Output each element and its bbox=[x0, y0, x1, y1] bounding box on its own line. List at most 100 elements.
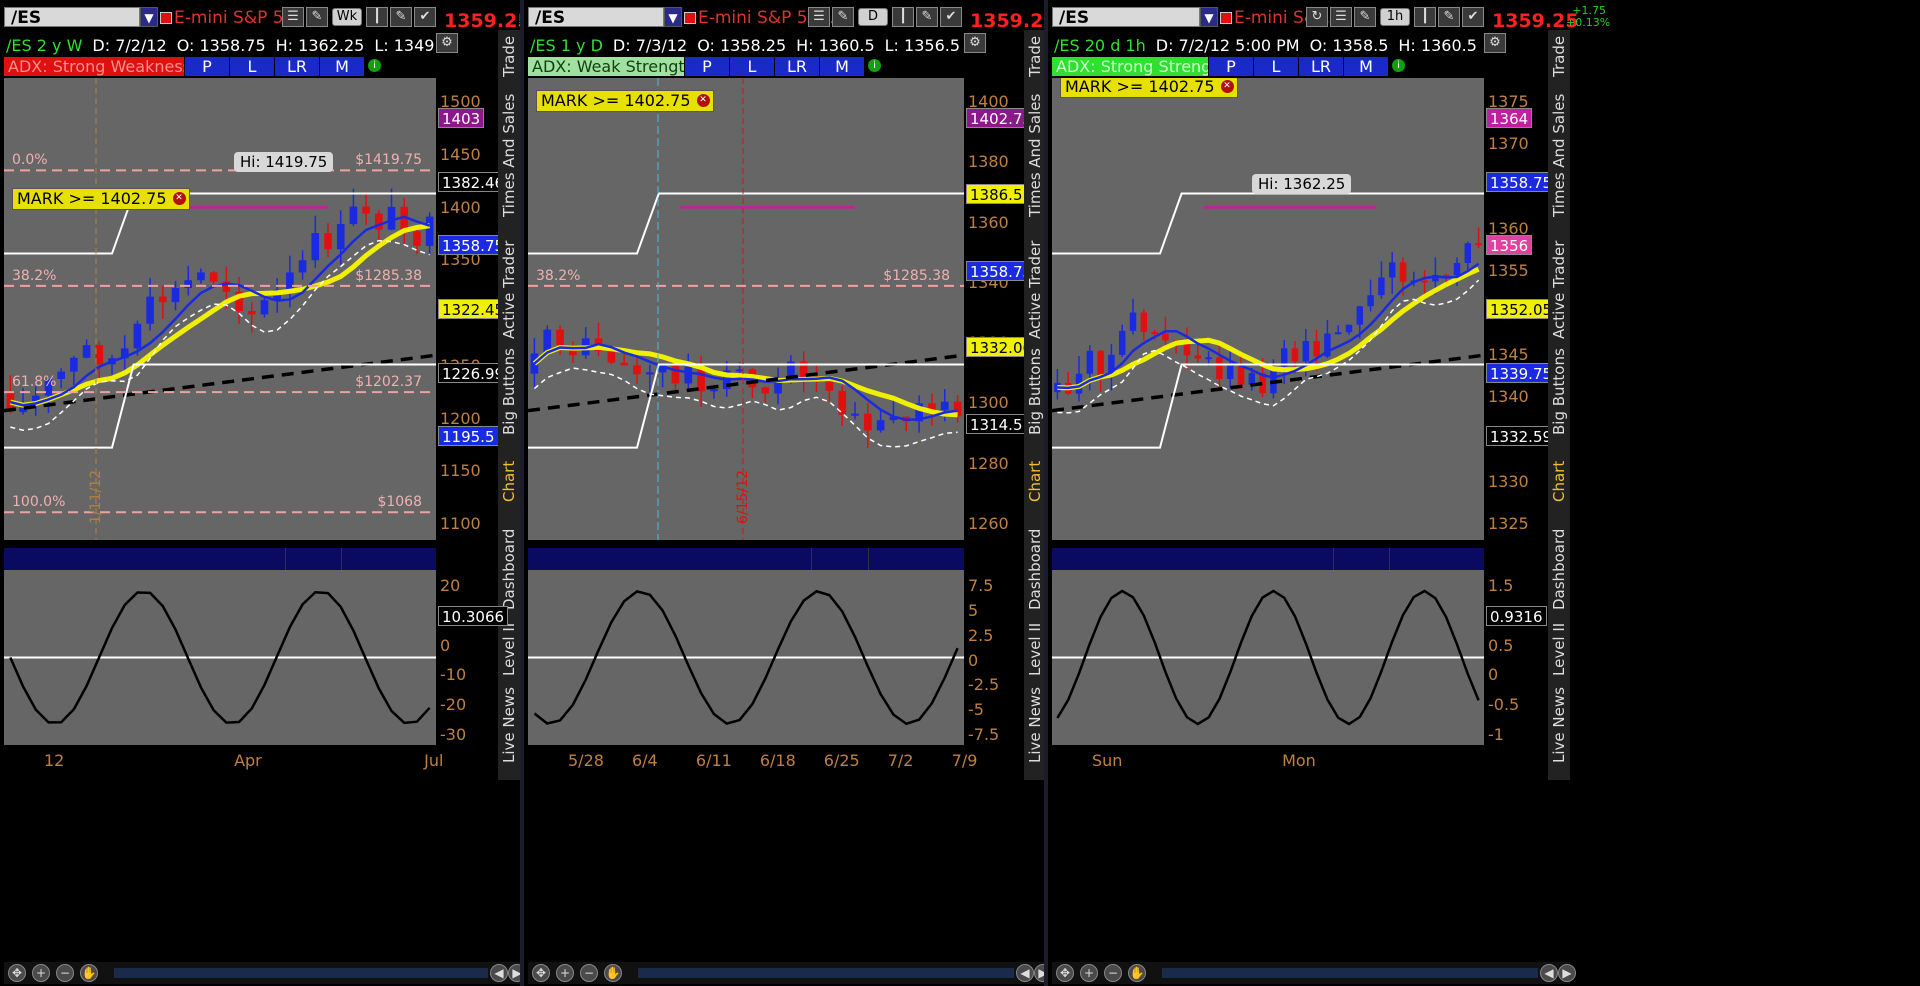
wrench-icon[interactable]: ✎ bbox=[1354, 7, 1376, 27]
lower-study-plot[interactable] bbox=[1052, 570, 1484, 745]
hand-icon[interactable]: ✋ bbox=[80, 964, 98, 982]
side-tab-times-and-sales[interactable]: Times And Sales bbox=[498, 90, 520, 220]
checkmark-icon[interactable]: ✔ bbox=[940, 7, 962, 27]
scroll-right-icon[interactable]: ▶ bbox=[1034, 964, 1044, 982]
oscillator-axis[interactable]: 1.510.50-0.5-10.9316 bbox=[1484, 570, 1548, 745]
zoom-in-icon[interactable]: + bbox=[32, 964, 50, 982]
watch-square-icon[interactable] bbox=[160, 12, 172, 24]
side-tab-level-ii[interactable]: Level II bbox=[498, 620, 520, 678]
symbol-dropdown-icon[interactable]: ▼ bbox=[664, 7, 682, 27]
wrench-icon[interactable]: ✎ bbox=[306, 7, 328, 27]
lower-study-header[interactable] bbox=[528, 548, 964, 570]
candle-style-icon[interactable]: ┃ bbox=[892, 7, 914, 27]
zoom-in-icon[interactable]: + bbox=[1080, 964, 1098, 982]
close-icon[interactable]: ✕ bbox=[696, 94, 710, 107]
side-tab-active-trader[interactable]: Active Trader bbox=[498, 230, 520, 350]
price-plot[interactable]: 0.0% 38.2% 61.8% 100.0% $1419.75 $1285.38 $120… bbox=[4, 78, 436, 540]
study-button-p[interactable]: P bbox=[684, 57, 729, 76]
study-button-lr[interactable]: LR bbox=[774, 57, 819, 76]
side-tab-active-trader[interactable]: Active Trader bbox=[1548, 230, 1570, 350]
hand-icon[interactable]: ✋ bbox=[604, 964, 622, 982]
price-axis[interactable]: 1500145014001350130012501200115011001403… bbox=[436, 78, 509, 540]
zoom-in-icon[interactable]: + bbox=[556, 964, 574, 982]
symbol-dropdown-icon[interactable]: ▼ bbox=[1200, 7, 1218, 27]
lower-study-header[interactable] bbox=[1052, 548, 1484, 570]
checkmark-icon[interactable]: ✔ bbox=[1462, 7, 1484, 27]
checkmark-icon[interactable]: ✔ bbox=[414, 7, 436, 27]
side-tab-dashboard[interactable]: Dashboard bbox=[1548, 529, 1570, 610]
zoom-out-icon[interactable]: − bbox=[1104, 964, 1122, 982]
zoom-out-icon[interactable]: − bbox=[56, 964, 74, 982]
symbol-dropdown-icon[interactable]: ▼ bbox=[140, 7, 158, 27]
time-axis[interactable]: 5/28 6/4 6/11 6/18 6/25 7/2 7/9 bbox=[528, 747, 977, 773]
info-icon[interactable]: i bbox=[368, 59, 381, 72]
side-tab-live-news[interactable]: Live News bbox=[498, 685, 520, 765]
close-icon[interactable]: ✕ bbox=[1220, 80, 1234, 93]
price-plot[interactable]: 38.2% $1285.38 6/15/12 MARK >= 1402.75 ✕ bbox=[528, 78, 964, 540]
study-button-l[interactable]: L bbox=[729, 57, 774, 76]
candle-style-icon[interactable]: ┃ bbox=[1414, 7, 1436, 27]
side-tab-live-news[interactable]: Live News bbox=[1548, 685, 1570, 765]
time-scrollbar[interactable] bbox=[114, 968, 488, 978]
oscillator-axis[interactable]: 7.5 5 2.5 0 -2.5 -5 -7.5 bbox=[964, 570, 1024, 745]
study-button-l[interactable]: L bbox=[229, 57, 274, 76]
price-axis[interactable]: 1375137013651360135513501345134013351330… bbox=[1484, 78, 1557, 540]
side-tab-active-trader[interactable]: Active Trader bbox=[1024, 230, 1044, 350]
chart-settings-icon[interactable]: ⚙ bbox=[1484, 33, 1506, 53]
lower-study-header[interactable] bbox=[4, 548, 436, 570]
side-tab-level-ii[interactable]: Level II bbox=[1024, 620, 1044, 678]
draw-pencil-icon[interactable]: ✎ bbox=[1438, 7, 1460, 27]
symbol-input[interactable]: /ES bbox=[1052, 7, 1200, 28]
zoom-out-icon[interactable]: − bbox=[580, 964, 598, 982]
lower-study-plot[interactable] bbox=[528, 570, 964, 745]
mark-alert-label[interactable]: MARK >= 1402.75 ✕ bbox=[536, 90, 714, 112]
refresh-icon[interactable]: ↻ bbox=[1306, 7, 1328, 27]
side-tab-dashboard[interactable]: Dashboard bbox=[1024, 529, 1044, 610]
menu-icon[interactable]: ☰ bbox=[808, 7, 830, 27]
menu-icon[interactable]: ☰ bbox=[282, 7, 304, 27]
scroll-left-icon[interactable]: ◀ bbox=[490, 964, 508, 982]
time-scrollbar[interactable] bbox=[638, 968, 1014, 978]
info-icon[interactable]: i bbox=[868, 59, 881, 72]
chart-settings-icon[interactable]: ⚙ bbox=[436, 33, 458, 53]
scroll-left-icon[interactable]: ◀ bbox=[1540, 964, 1558, 982]
time-axis[interactable]: 12 Apr Jul bbox=[4, 747, 443, 773]
pan-icon[interactable]: ✥ bbox=[8, 964, 26, 982]
price-plot[interactable]: MARK >= 1402.75 ✕ Hi: 1362.25 bbox=[1052, 78, 1484, 540]
chart-settings-icon[interactable]: ⚙ bbox=[964, 33, 986, 53]
oscillator-axis[interactable]: 20100-10-20-3010.3066 bbox=[436, 570, 509, 745]
aggregation-button[interactable]: Wk bbox=[332, 8, 362, 26]
hand-icon[interactable]: ✋ bbox=[1128, 964, 1146, 982]
study-button-m[interactable]: M bbox=[819, 57, 864, 76]
side-tab-trade[interactable]: Trade bbox=[1548, 30, 1570, 82]
watch-square-icon[interactable] bbox=[684, 12, 696, 24]
menu-icon[interactable]: ☰ bbox=[1330, 7, 1352, 27]
lower-study-plot[interactable] bbox=[4, 570, 436, 745]
side-tab-times-and-sales[interactable]: Times And Sales bbox=[1548, 90, 1570, 220]
pan-icon[interactable]: ✥ bbox=[532, 964, 550, 982]
study-button-l[interactable]: L bbox=[1253, 57, 1298, 76]
draw-pencil-icon[interactable]: ✎ bbox=[390, 7, 412, 27]
side-tab-big-buttons[interactable]: Big Buttons bbox=[1024, 348, 1044, 435]
mark-alert-label[interactable]: MARK >= 1402.75 ✕ bbox=[1060, 78, 1238, 98]
side-tab-chart[interactable]: Chart bbox=[1548, 445, 1570, 517]
study-button-p[interactable]: P bbox=[184, 57, 229, 76]
aggregation-button[interactable]: D bbox=[858, 8, 888, 26]
time-axis[interactable]: Sun Mon bbox=[1052, 747, 1484, 773]
time-scrollbar[interactable] bbox=[1162, 968, 1538, 978]
scroll-right-icon[interactable]: ▶ bbox=[508, 964, 520, 982]
study-button-m[interactable]: M bbox=[319, 57, 364, 76]
watch-square-icon[interactable] bbox=[1220, 12, 1232, 24]
side-tab-big-buttons[interactable]: Big Buttons bbox=[1548, 348, 1570, 435]
study-button-lr[interactable]: LR bbox=[1298, 57, 1343, 76]
close-icon[interactable]: ✕ bbox=[172, 192, 186, 205]
mark-alert-label[interactable]: MARK >= 1402.75 ✕ bbox=[12, 188, 190, 210]
price-axis[interactable]: 140013801360134013201300128012601402.751… bbox=[964, 78, 1037, 540]
draw-pencil-icon[interactable]: ✎ bbox=[916, 7, 938, 27]
study-button-p[interactable]: P bbox=[1208, 57, 1253, 76]
pan-icon[interactable]: ✥ bbox=[1056, 964, 1074, 982]
candle-style-icon[interactable]: ┃ bbox=[366, 7, 388, 27]
side-tab-trade[interactable]: Trade bbox=[1024, 30, 1044, 82]
side-tab-trade[interactable]: Trade bbox=[498, 30, 520, 82]
study-button-lr[interactable]: LR bbox=[274, 57, 319, 76]
